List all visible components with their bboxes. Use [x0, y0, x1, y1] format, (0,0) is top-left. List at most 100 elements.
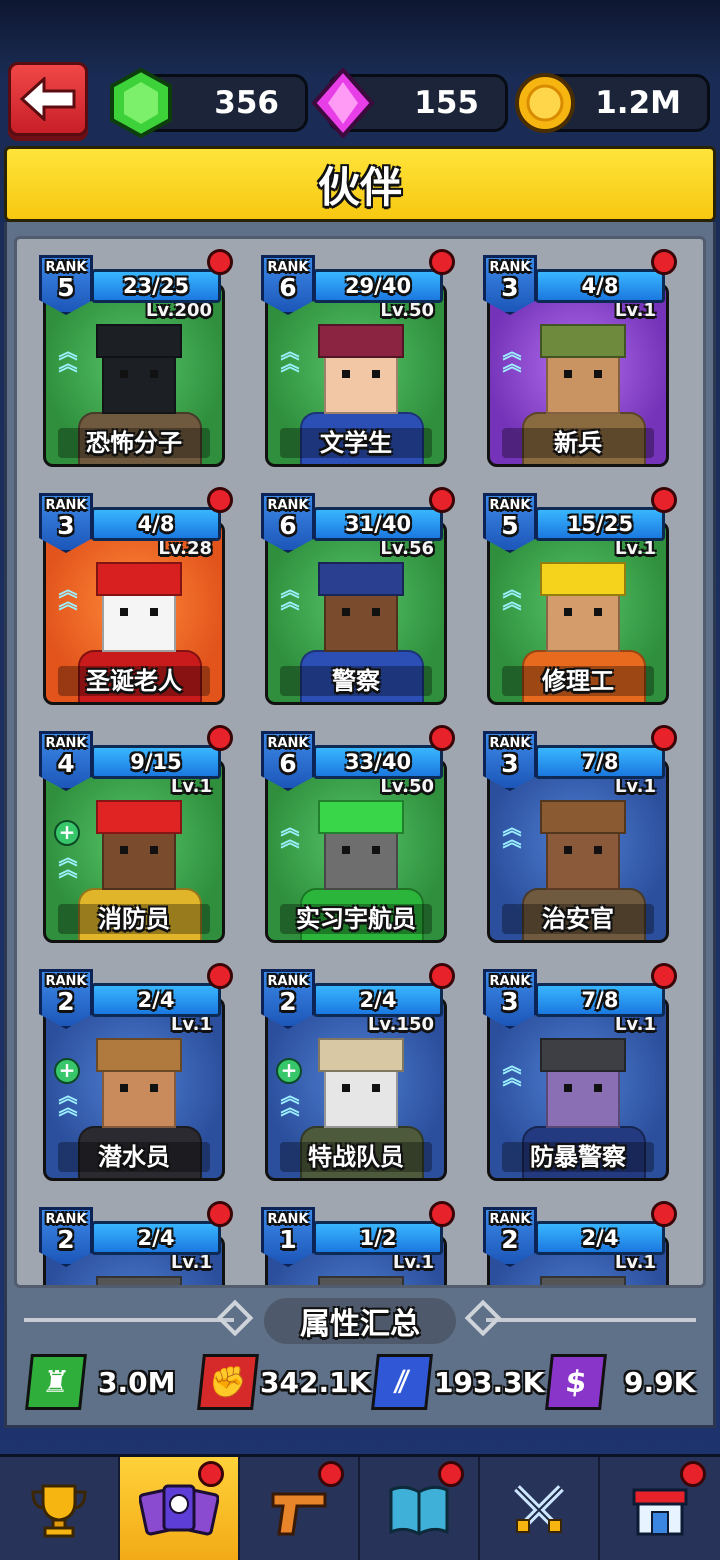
character-face [102, 588, 176, 652]
character-eye [342, 1084, 350, 1092]
shard-progress: 9/15 [91, 745, 221, 779]
character-eye [150, 846, 158, 854]
partner-level: Lv.150 [367, 1014, 434, 1035]
character-eye [342, 608, 350, 616]
nav-weapons[interactable] [240, 1457, 360, 1560]
character-hat [96, 324, 182, 358]
partner-card[interactable]: Lv.50 ︽ ︽ 文学生 29/40 RANK 6 [261, 249, 455, 469]
character-hat [318, 562, 404, 596]
partner-name: 新兵 [554, 429, 602, 457]
back-button[interactable] [8, 62, 88, 136]
notification-dot [651, 725, 677, 751]
partner-name: 圣诞老人 [86, 667, 182, 695]
partner-name: 修理工 [542, 667, 614, 695]
partner-level: Lv.1 [170, 1014, 212, 1035]
nav-trophy[interactable] [0, 1457, 120, 1560]
partner-card[interactable]: Lv.56 ︽ ︽ 警察 31/40 RANK 6 [261, 487, 455, 707]
pistol-icon [271, 1492, 327, 1536]
rank-number: 2 [57, 1225, 75, 1254]
partner-grid[interactable]: Lv.200 ︽ ︽ 恐怖分子 23/25 RANK 5 Lv.50 ︽ ︽ 文学生 29/40 RAN… [14, 236, 706, 1288]
character-face [546, 350, 620, 414]
notification-dot [651, 249, 677, 275]
shard-progress: 4/8 [91, 507, 221, 541]
partner-card[interactable]: Lv.1︽︽2/4RANK2 [39, 1201, 233, 1285]
notification-dot [651, 1201, 677, 1227]
partner-name: 潜水员 [98, 1143, 170, 1171]
rank-up-chevron-icon: ︽ ︽ [280, 341, 300, 375]
nav-codex[interactable] [360, 1457, 480, 1560]
partner-card[interactable]: Lv.28 ︽ ︽ 圣诞老人 4/8 RANK 3 [39, 487, 233, 707]
notification-dot [438, 1461, 464, 1487]
partner-level: Lv.1 [614, 1252, 656, 1273]
character-eye [594, 846, 602, 854]
partner-character [312, 1276, 412, 1285]
character-face [324, 588, 398, 652]
rank-up-chevron-icon: ︽ ︽ [502, 817, 522, 851]
rank-number: 3 [501, 749, 519, 778]
character-hat [540, 1038, 626, 1072]
partner-level: Lv.1 [392, 1252, 434, 1273]
character-hat [318, 324, 404, 358]
stat-income-value: 9.9K [624, 1366, 696, 1399]
partner-level: Lv.1 [614, 300, 656, 321]
partner-card[interactable]: Lv.50 ︽ ︽ 实习宇航员 33/40 RANK 6 [261, 725, 455, 945]
notification-dot [318, 1461, 344, 1487]
character-hat [96, 800, 182, 834]
partner-card[interactable]: Lv.1︽︽1/2RANK1 [261, 1201, 455, 1285]
character-eye [564, 1084, 572, 1092]
nav-partners[interactable] [120, 1457, 240, 1560]
character-face [546, 1064, 620, 1128]
rank-up-chevron-icon: ︽ ︽ [502, 579, 522, 613]
shard-progress: 1/2 [313, 1221, 443, 1255]
partner-card[interactable]: Lv.1 + ︽ ︽ 潜水员 2/4 RANK 2 [39, 963, 233, 1183]
partner-card[interactable]: Lv.1 + ︽ ︽ 消防员 9/15 RANK 4 [39, 725, 233, 945]
shard-progress: 29/40 [313, 269, 443, 303]
rank-number: 5 [57, 273, 75, 302]
partner-card[interactable]: Lv.200 ︽ ︽ 恐怖分子 23/25 RANK 5 [39, 249, 233, 469]
shard-progress: 2/4 [91, 983, 221, 1017]
partner-card[interactable]: Lv.1 ︽ ︽ 治安官 7/8 RANK 3 [483, 725, 677, 945]
book-icon [389, 1485, 449, 1536]
partner-name: 实习宇航员 [296, 905, 416, 933]
character-face [102, 350, 176, 414]
rank-up-chevron-icon: ︽ ︽ [58, 1085, 78, 1119]
nav-shop[interactable] [600, 1457, 720, 1560]
fist-icon: ✊ [197, 1354, 259, 1410]
attribute-summary-title: 属性汇总 [264, 1298, 456, 1344]
partner-level: Lv.1 [614, 538, 656, 559]
character-face [324, 826, 398, 890]
partner-name: 特战队员 [308, 1143, 404, 1171]
page-title-bar: 伙伴 [4, 146, 716, 222]
notification-dot [207, 249, 233, 275]
nav-battle[interactable] [480, 1457, 600, 1560]
attribute-summary-label: 属性汇总 [300, 1307, 420, 1342]
character-face [324, 350, 398, 414]
rank-number: 6 [279, 273, 297, 302]
character-hat [540, 562, 626, 596]
rank-number: 3 [501, 987, 519, 1016]
notification-dot [429, 963, 455, 989]
partner-card[interactable]: Lv.1 ︽ ︽ 修理工 15/25 RANK 5 [483, 487, 677, 707]
rank-up-chevron-icon: ︽ ︽ [58, 847, 78, 881]
partner-card[interactable]: Lv.150 + ︽ ︽ 特战队员 2/4 RANK 2 [261, 963, 455, 1183]
tower-icon: ♜ [25, 1354, 87, 1410]
character-eye [342, 846, 350, 854]
partner-card[interactable]: Lv.1 ︽ ︽ 新兵 4/8 RANK 3 [483, 249, 677, 469]
partner-card[interactable]: Lv.1︽︽2/4RANK2 [483, 1201, 677, 1285]
rank-up-chevron-icon: ︽ ︽ [280, 1085, 300, 1119]
notification-dot [651, 963, 677, 989]
rank-number: 6 [279, 749, 297, 778]
stat-ammo-value: 193.3K [434, 1366, 545, 1399]
partner-card[interactable]: Lv.1 ︽ ︽ 防暴警察 7/8 RANK 3 [483, 963, 677, 1183]
notification-dot [207, 963, 233, 989]
character-eye [594, 608, 602, 616]
character-eye [120, 1084, 128, 1092]
character-eye [120, 608, 128, 616]
rank-up-chevron-icon: ︽ ︽ [502, 1055, 522, 1089]
shard-progress: 7/8 [535, 983, 665, 1017]
notification-dot [429, 725, 455, 751]
partner-level: Lv.56 [380, 538, 434, 559]
character-eye [120, 370, 128, 378]
rank-number: 4 [57, 749, 75, 778]
notification-dot [651, 487, 677, 513]
